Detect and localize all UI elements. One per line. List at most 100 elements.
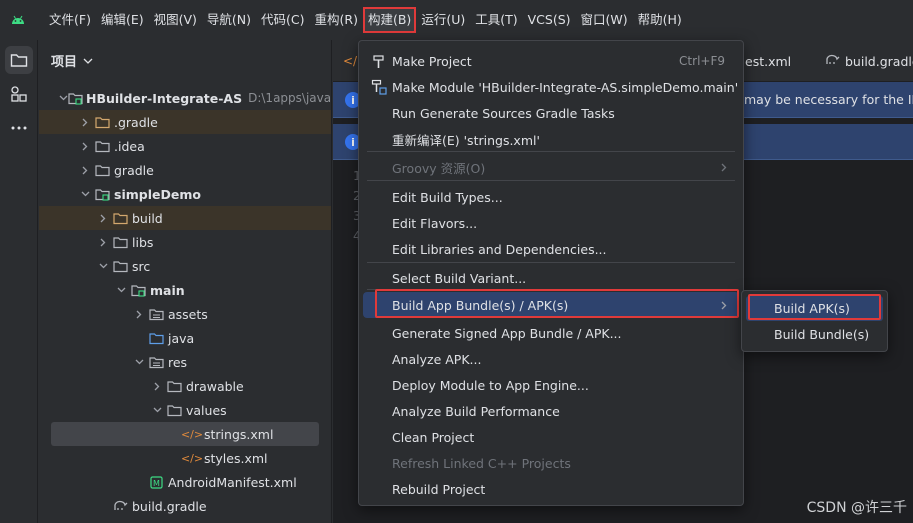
shapes-icon [11,86,27,102]
tree-item[interactable]: M AndroidManifest.xml [39,470,331,494]
editor-tab-build-gradle[interactable]: build.gradle [825,40,913,82]
more-horizontal-icon [11,126,27,130]
tree-item-label: res [168,354,188,370]
build-menu-item-label: Generate Signed App Bundle / APK... [392,325,622,341]
build-menu-item[interactable]: Generate Signed App Bundle / APK... [363,320,739,346]
hammer-icon [369,52,389,70]
chevron-right-icon[interactable] [77,142,93,151]
menu-item-3[interactable]: 导航(N) [202,7,256,33]
more-tools-button[interactable] [5,114,33,142]
menu-item-6[interactable]: 构建(B) [362,7,417,33]
project-panel-header[interactable]: 项目 [39,40,331,80]
menu-item-8[interactable]: 工具(T) [470,7,522,33]
menu-item-5[interactable]: 重构(R) [310,7,363,33]
tree-item[interactable]: assets [39,302,331,326]
build-menu-item-label: Groovy 资源(O) [392,160,486,176]
chevron-right-icon[interactable] [131,310,147,319]
build-menu-item[interactable]: Edit Flavors... [363,210,739,236]
module-folder-icon [93,186,111,202]
structure-tool-button[interactable] [5,80,33,108]
menu-item-1[interactable]: 编辑(E) [96,7,149,33]
build-menu-item-label: 重新编译(E) 'strings.xml' [392,132,540,148]
build-menu-item[interactable]: Select Build Variant... [363,265,739,291]
tree-item[interactable]: main [39,278,331,302]
chevron-right-icon[interactable] [149,382,165,391]
project-tool-button[interactable] [5,46,33,74]
tree-item[interactable]: gradle [39,158,331,182]
build-menu-item[interactable]: 重新编译(E) 'strings.xml' [363,126,739,152]
build-menu-item-label: Deploy Module to App Engine... [392,377,589,393]
banner-text: may be necessary for the IDE [744,92,913,107]
folder-icon [111,234,129,250]
build-menu-item[interactable]: Rebuild Project [363,476,739,502]
chevron-right-icon[interactable] [77,166,93,175]
resource-folder-icon [147,306,165,322]
chevron-down-icon[interactable] [59,95,68,101]
build-menu-item[interactable]: Edit Libraries and Dependencies... [363,236,739,262]
build-menu-item[interactable]: Make Module 'HBuilder-Integrate-AS.simpl… [363,74,739,100]
build-menu-item[interactable]: Build App Bundle(s) / APK(s) [363,292,739,318]
project-panel-title: 项目 [51,54,78,70]
tree-item[interactable]: libs [39,230,331,254]
chevron-right-icon[interactable] [95,214,111,223]
submenu-item[interactable]: Build Bundle(s) [746,322,883,347]
build-menu-item[interactable]: Analyze Build Performance [363,398,739,424]
tree-item-label: values [186,402,227,418]
build-menu-item: Refresh Linked C++ Projects [363,450,739,476]
build-menu-item-label: Run Generate Sources Gradle Tasks [392,105,615,121]
watermark: CSDN @许三千 [806,500,907,516]
chevron-right-icon[interactable] [77,118,93,127]
module-folder-icon [68,90,83,106]
build-menu-item[interactable]: Run Generate Sources Gradle Tasks [363,100,739,126]
build-menu-item[interactable]: Make Project Ctrl+F9 [363,48,739,74]
chevron-down-icon[interactable] [149,407,165,413]
tree-item[interactable]: </> strings.xml [51,422,319,446]
tree-item[interactable]: drawable [39,374,331,398]
tree-item[interactable]: HBuilder-Integrate-AS D:\1apps\java\A [39,86,331,110]
tree-item[interactable]: src [39,254,331,278]
tree-item[interactable]: java [39,326,331,350]
tree-item[interactable]: build.gradle [39,494,331,518]
tree-item[interactable]: .gradle [39,110,331,134]
folder-icon [111,258,129,274]
menu-item-7[interactable]: 运行(U) [416,7,470,33]
android-logo-icon[interactable] [0,0,36,40]
tree-item[interactable]: build [39,206,331,230]
chevron-down-icon[interactable] [83,53,93,68]
build-menu-item-label: Edit Build Types... [392,189,503,205]
menu-item-4[interactable]: 代码(C) [256,7,309,33]
build-menu-item[interactable]: Deploy Module to App Engine... [363,372,739,398]
tree-item[interactable]: res [39,350,331,374]
build-menu-item-label: Rebuild Project [392,481,486,497]
submenu-item[interactable]: Build APK(s) [746,296,883,321]
menu-item-0[interactable]: 文件(F) [44,7,96,33]
chevron-down-icon[interactable] [131,359,147,365]
build-menu-item-label: Analyze APK... [392,351,482,367]
build-menu-item[interactable]: Clean Project [363,424,739,450]
chevron-down-icon[interactable] [113,287,129,293]
chevron-down-icon[interactable] [95,263,111,269]
tree-item-label: strings.xml [204,426,274,442]
menu-item-11[interactable]: 帮助(H) [633,7,687,33]
build-menu-dropdown: Make Project Ctrl+F9 Make Module 'HBuilder… [358,40,744,506]
folder-icon [165,402,183,418]
tree-item-label: java [168,330,195,346]
menu-item-9[interactable]: VCS(S) [523,7,576,33]
tree-item-label: AndroidManifest.xml [168,474,297,490]
menu-item-2[interactable]: 视图(V) [149,7,202,33]
tree-item-label: HBuilder-Integrate-AS [86,90,243,106]
chevron-right-icon[interactable] [95,238,111,247]
build-menu-item[interactable]: Analyze APK... [363,346,739,372]
tree-item[interactable]: simpleDemo [39,182,331,206]
tree-item[interactable]: </> styles.xml [39,446,331,470]
tree-item-label: build [132,210,163,226]
chevron-down-icon[interactable] [77,191,93,197]
build-menu-item[interactable]: Edit Build Types... [363,184,739,210]
project-panel: 项目 HBuilder-Integrate-AS D:\1apps\java\A.… [39,40,332,523]
tree-item[interactable]: values [39,398,331,422]
build-menu-item-label: Analyze Build Performance [392,403,560,419]
tree-item[interactable]: .idea [39,134,331,158]
menu-item-10[interactable]: 窗口(W) [576,7,633,33]
build-menu-item-label: Build App Bundle(s) / APK(s) [392,297,569,313]
editor-tab-manifest[interactable]: est.xml [745,40,791,82]
